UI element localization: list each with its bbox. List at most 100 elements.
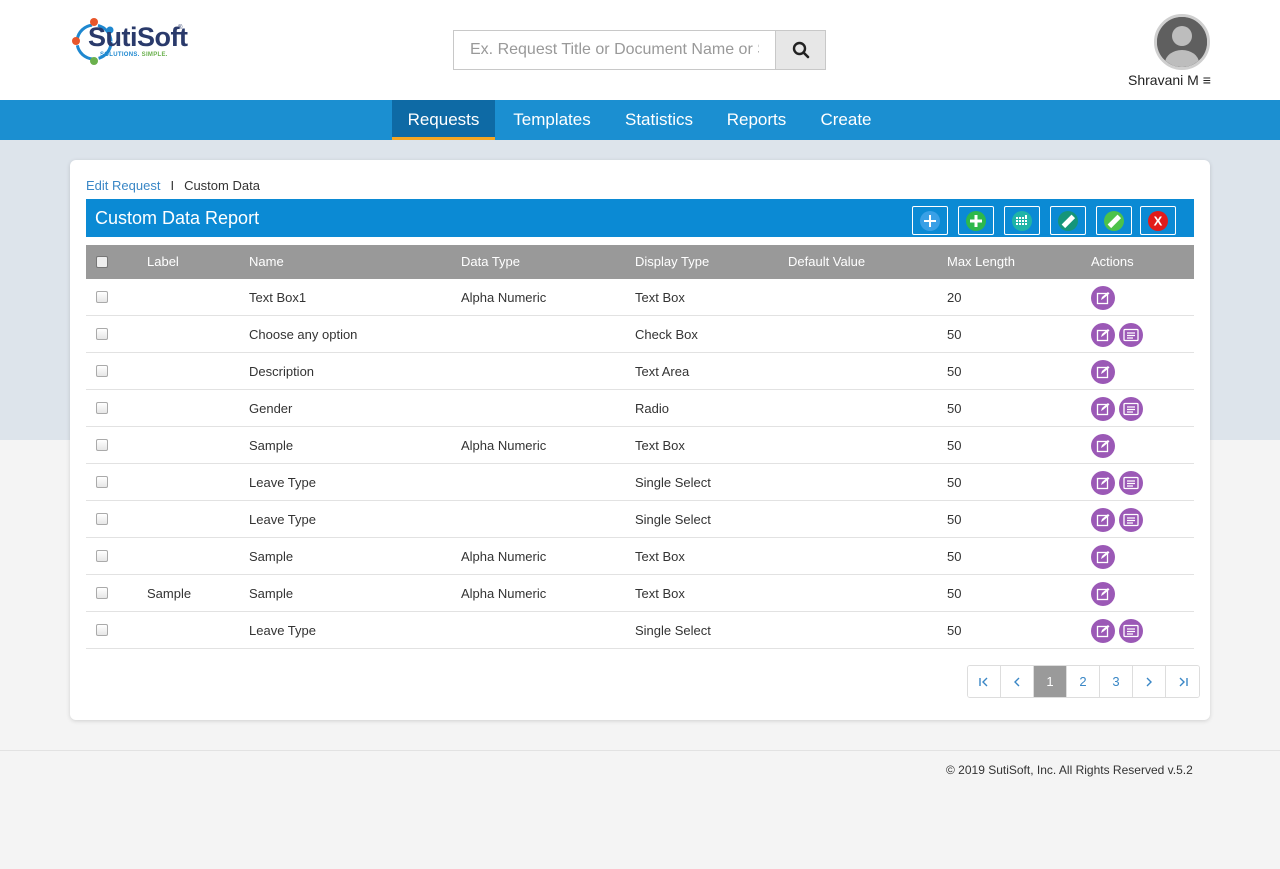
table-body: Text Box1 Alpha Numeric Text Box 20 Choose a…: [86, 279, 1194, 649]
grid-view-button[interactable]: [1004, 206, 1040, 235]
edit-button[interactable]: [1091, 323, 1115, 347]
next-page-button[interactable]: [1133, 666, 1166, 697]
options-button[interactable]: [1119, 508, 1143, 532]
cell-name: Gender: [249, 401, 293, 416]
menu-icon: ≡: [1202, 72, 1211, 88]
cell-max-length: 50: [947, 327, 962, 342]
nav-reports[interactable]: Reports: [716, 100, 797, 140]
table-row: Gender Radio 50: [86, 390, 1194, 427]
cell-name: Text Box1: [249, 290, 307, 305]
page-1[interactable]: 1: [1034, 666, 1067, 697]
row-checkbox[interactable]: [96, 587, 108, 599]
select-all-checkbox[interactable]: [96, 256, 108, 268]
search-button[interactable]: [775, 31, 825, 69]
edit-icon: [1096, 514, 1110, 527]
table-row: Text Box1 Alpha Numeric Text Box 20: [86, 279, 1194, 316]
cell-max-length: 50: [947, 438, 962, 453]
row-checkbox[interactable]: [96, 624, 108, 636]
first-page-button[interactable]: [968, 666, 1001, 697]
add-field-button[interactable]: [912, 206, 948, 235]
list-options-icon: [1123, 476, 1139, 490]
cell-data-type: Alpha Numeric: [461, 586, 547, 601]
edit-button[interactable]: [1091, 434, 1115, 458]
cell-max-length: 50: [947, 401, 962, 416]
close-button[interactable]: X: [1140, 206, 1176, 235]
cell-name: Sample: [249, 549, 294, 564]
col-data-type[interactable]: Data Type: [461, 245, 520, 279]
edit-button[interactable]: [1091, 286, 1115, 310]
cell-name: Sample: [249, 438, 294, 453]
col-label[interactable]: Label: [147, 245, 179, 279]
col-max-length[interactable]: Max Length: [947, 245, 1015, 279]
row-checkbox[interactable]: [96, 513, 108, 525]
prev-page-button[interactable]: [1001, 666, 1034, 697]
footer-divider: [0, 750, 1280, 751]
brand-tagline: SOLUTIONS. SIMPLE.: [100, 52, 168, 58]
cell-display-type: Text Box: [635, 290, 685, 305]
nav-statistics[interactable]: Statistics: [612, 100, 706, 140]
custom-data-table: Label Name Data Type Display Type Defaul…: [86, 245, 1194, 649]
pagination: 1 2 3: [967, 665, 1200, 698]
search-input[interactable]: [454, 31, 775, 69]
cell-display-type: Single Select: [635, 623, 711, 638]
row-checkbox[interactable]: [96, 402, 108, 414]
edit-icon: [1096, 551, 1110, 564]
edit-icon: [1096, 477, 1110, 490]
content-card: Edit Request I Custom Data Custom Data R…: [70, 160, 1210, 720]
cell-display-type: Single Select: [635, 512, 711, 527]
nav-create[interactable]: Create: [810, 100, 882, 140]
cell-display-type: Text Box: [635, 438, 685, 453]
user-menu[interactable]: Shravani M ≡: [1128, 72, 1211, 88]
edit-button[interactable]: [1091, 397, 1115, 421]
table-row: Leave Type Single Select 50: [86, 464, 1194, 501]
options-button[interactable]: [1119, 323, 1143, 347]
avatar[interactable]: [1154, 14, 1210, 70]
col-default-value[interactable]: Default Value: [788, 245, 865, 279]
cell-max-length: 50: [947, 623, 962, 638]
brand-tagline-solutions: SOLUTIONS.: [100, 52, 140, 58]
close-icon: X: [1148, 210, 1168, 231]
row-checkbox[interactable]: [96, 328, 108, 340]
list-options-icon: [1123, 328, 1139, 342]
ruler-icon: [1058, 210, 1078, 231]
row-checkbox[interactable]: [96, 291, 108, 303]
col-name[interactable]: Name: [249, 245, 284, 279]
breadcrumb-edit-request[interactable]: Edit Request: [86, 178, 160, 193]
edit-button[interactable]: [1091, 508, 1115, 532]
prev-page-icon: [1014, 677, 1020, 686]
cell-display-type: Text Box: [635, 549, 685, 564]
options-button[interactable]: [1119, 397, 1143, 421]
add-new-button[interactable]: [958, 206, 994, 235]
breadcrumb-separator: I: [170, 178, 175, 193]
edit-button[interactable]: [1091, 619, 1115, 643]
row-checkbox[interactable]: [96, 550, 108, 562]
nav-templates[interactable]: Templates: [500, 100, 604, 140]
options-button[interactable]: [1119, 471, 1143, 495]
edit-button[interactable]: [1091, 360, 1115, 384]
breadcrumb-current: Custom Data: [184, 178, 260, 193]
edit-button[interactable]: [1091, 545, 1115, 569]
last-page-button[interactable]: [1166, 666, 1199, 697]
options-button[interactable]: [1119, 619, 1143, 643]
edit-icon: [1096, 588, 1110, 601]
cell-name: Leave Type: [249, 512, 316, 527]
row-checkbox[interactable]: [96, 439, 108, 451]
measure-button[interactable]: [1050, 206, 1086, 235]
edit-button[interactable]: [1091, 471, 1115, 495]
row-checkbox[interactable]: [96, 365, 108, 377]
edit-button[interactable]: [1091, 582, 1115, 606]
col-display-type[interactable]: Display Type: [635, 245, 709, 279]
row-checkbox[interactable]: [96, 476, 108, 488]
page-2[interactable]: 2: [1067, 666, 1100, 697]
measure-alt-button[interactable]: [1096, 206, 1132, 235]
panel-header: Custom Data Report X: [86, 199, 1194, 237]
brand-registered: ®: [178, 25, 183, 31]
cell-data-type: Alpha Numeric: [461, 438, 547, 453]
edit-icon: [1096, 403, 1110, 416]
add-green-icon: [966, 210, 986, 231]
cell-name: Choose any option: [249, 327, 358, 342]
panel-title: Custom Data Report: [95, 208, 260, 228]
page-3[interactable]: 3: [1100, 666, 1133, 697]
search-box: [453, 30, 826, 70]
nav-requests[interactable]: Requests: [392, 100, 495, 140]
